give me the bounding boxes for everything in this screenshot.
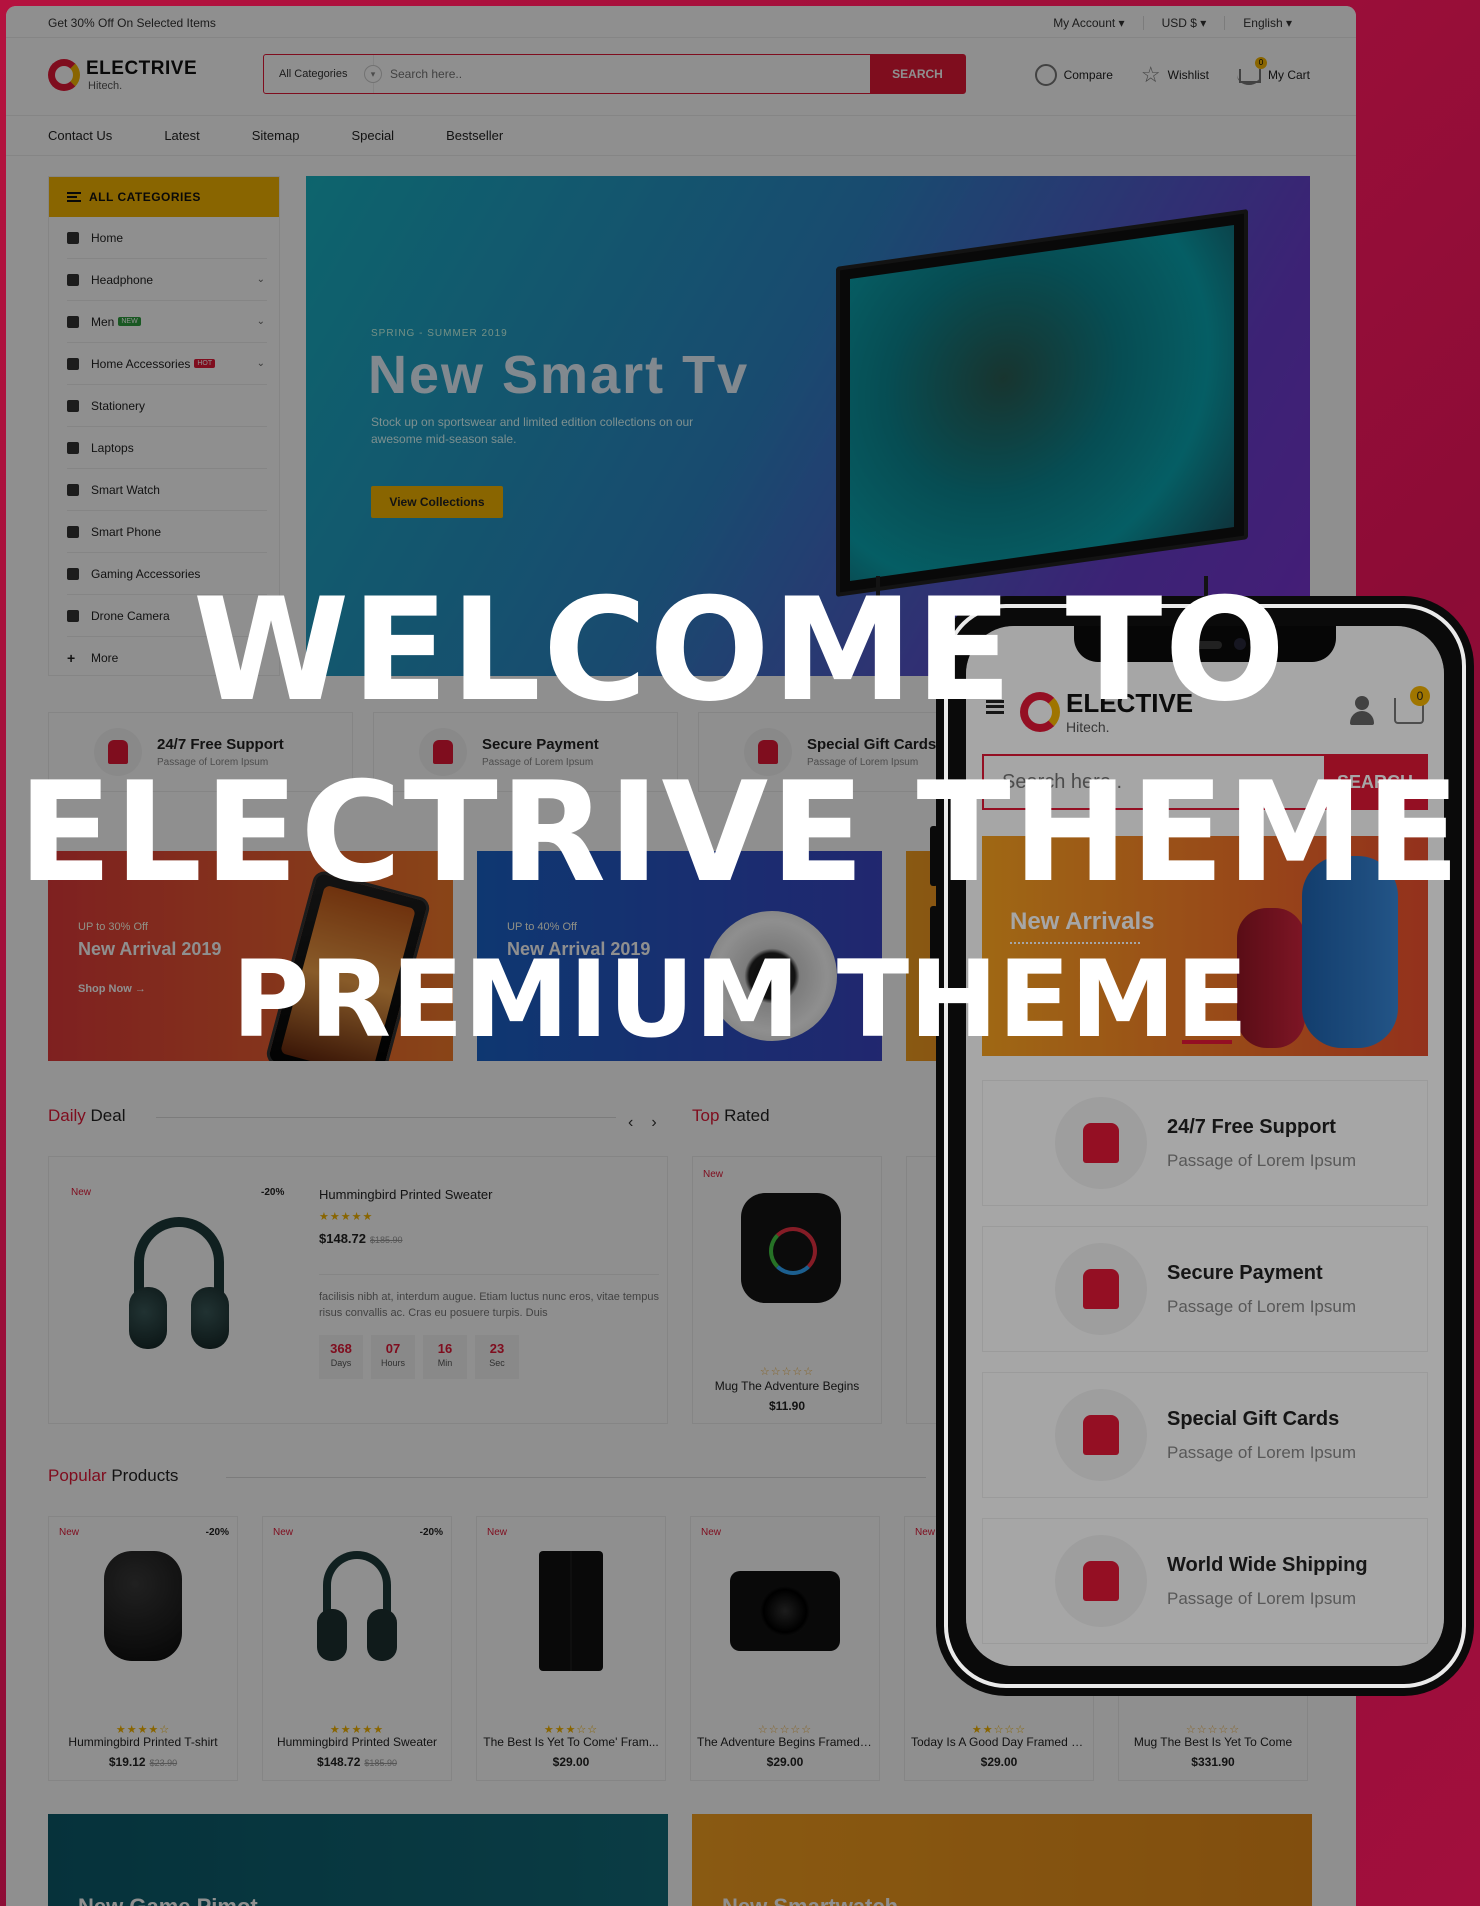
headline-welcome: WELCOME TO: [192, 568, 1288, 733]
headline-theme-name: ELECTRIVE THEME: [17, 752, 1463, 913]
headline-premium: PREMIUM THEME: [231, 938, 1249, 1061]
